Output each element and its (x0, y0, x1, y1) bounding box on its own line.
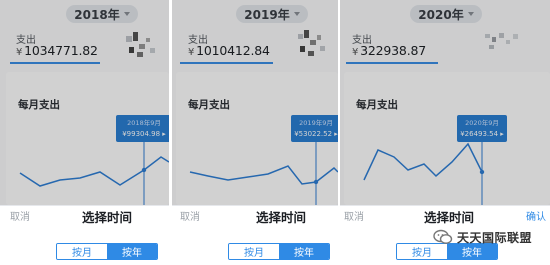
cancel-button[interactable]: 取消 (180, 208, 200, 223)
screen-2019: 2019年 支出 ¥1010412.84 每月支出 2019年9月 ¥53022… (172, 0, 338, 265)
cancel-button[interactable]: 取消 (344, 208, 364, 223)
screen-2018: 2018年 支出 ¥1034771.82 每月支出 2018年9月 ¥99304… (0, 0, 169, 265)
toggle-by-year[interactable]: 按年 (107, 244, 157, 259)
sheet-title: 选择时间 (82, 210, 133, 225)
wechat-icon (433, 229, 453, 244)
toggle-by-year[interactable]: 按年 (279, 244, 329, 259)
cancel-button[interactable]: 取消 (10, 208, 30, 223)
modal-overlay[interactable] (0, 0, 169, 205)
toggle-by-month[interactable]: 按月 (57, 244, 107, 259)
period-toggle: 按月 按年 (56, 243, 158, 260)
modal-overlay[interactable] (172, 0, 338, 205)
toggle-by-month[interactable]: 按月 (229, 244, 279, 259)
period-toggle: 按月 按年 (228, 243, 330, 260)
watermark-text: 天天国际联盟 (457, 230, 533, 245)
time-picker-sheet: 取消 选择时间 按月 按年 (0, 205, 169, 265)
wechat-watermark: 天天国际联盟 (433, 226, 532, 248)
modal-overlay[interactable] (340, 0, 550, 205)
confirm-button[interactable]: 确认 (526, 208, 546, 223)
sheet-title: 选择时间 (256, 210, 307, 225)
time-picker-sheet: 取消 选择时间 按月 按年 (172, 205, 338, 265)
sheet-title: 选择时间 (424, 210, 475, 225)
